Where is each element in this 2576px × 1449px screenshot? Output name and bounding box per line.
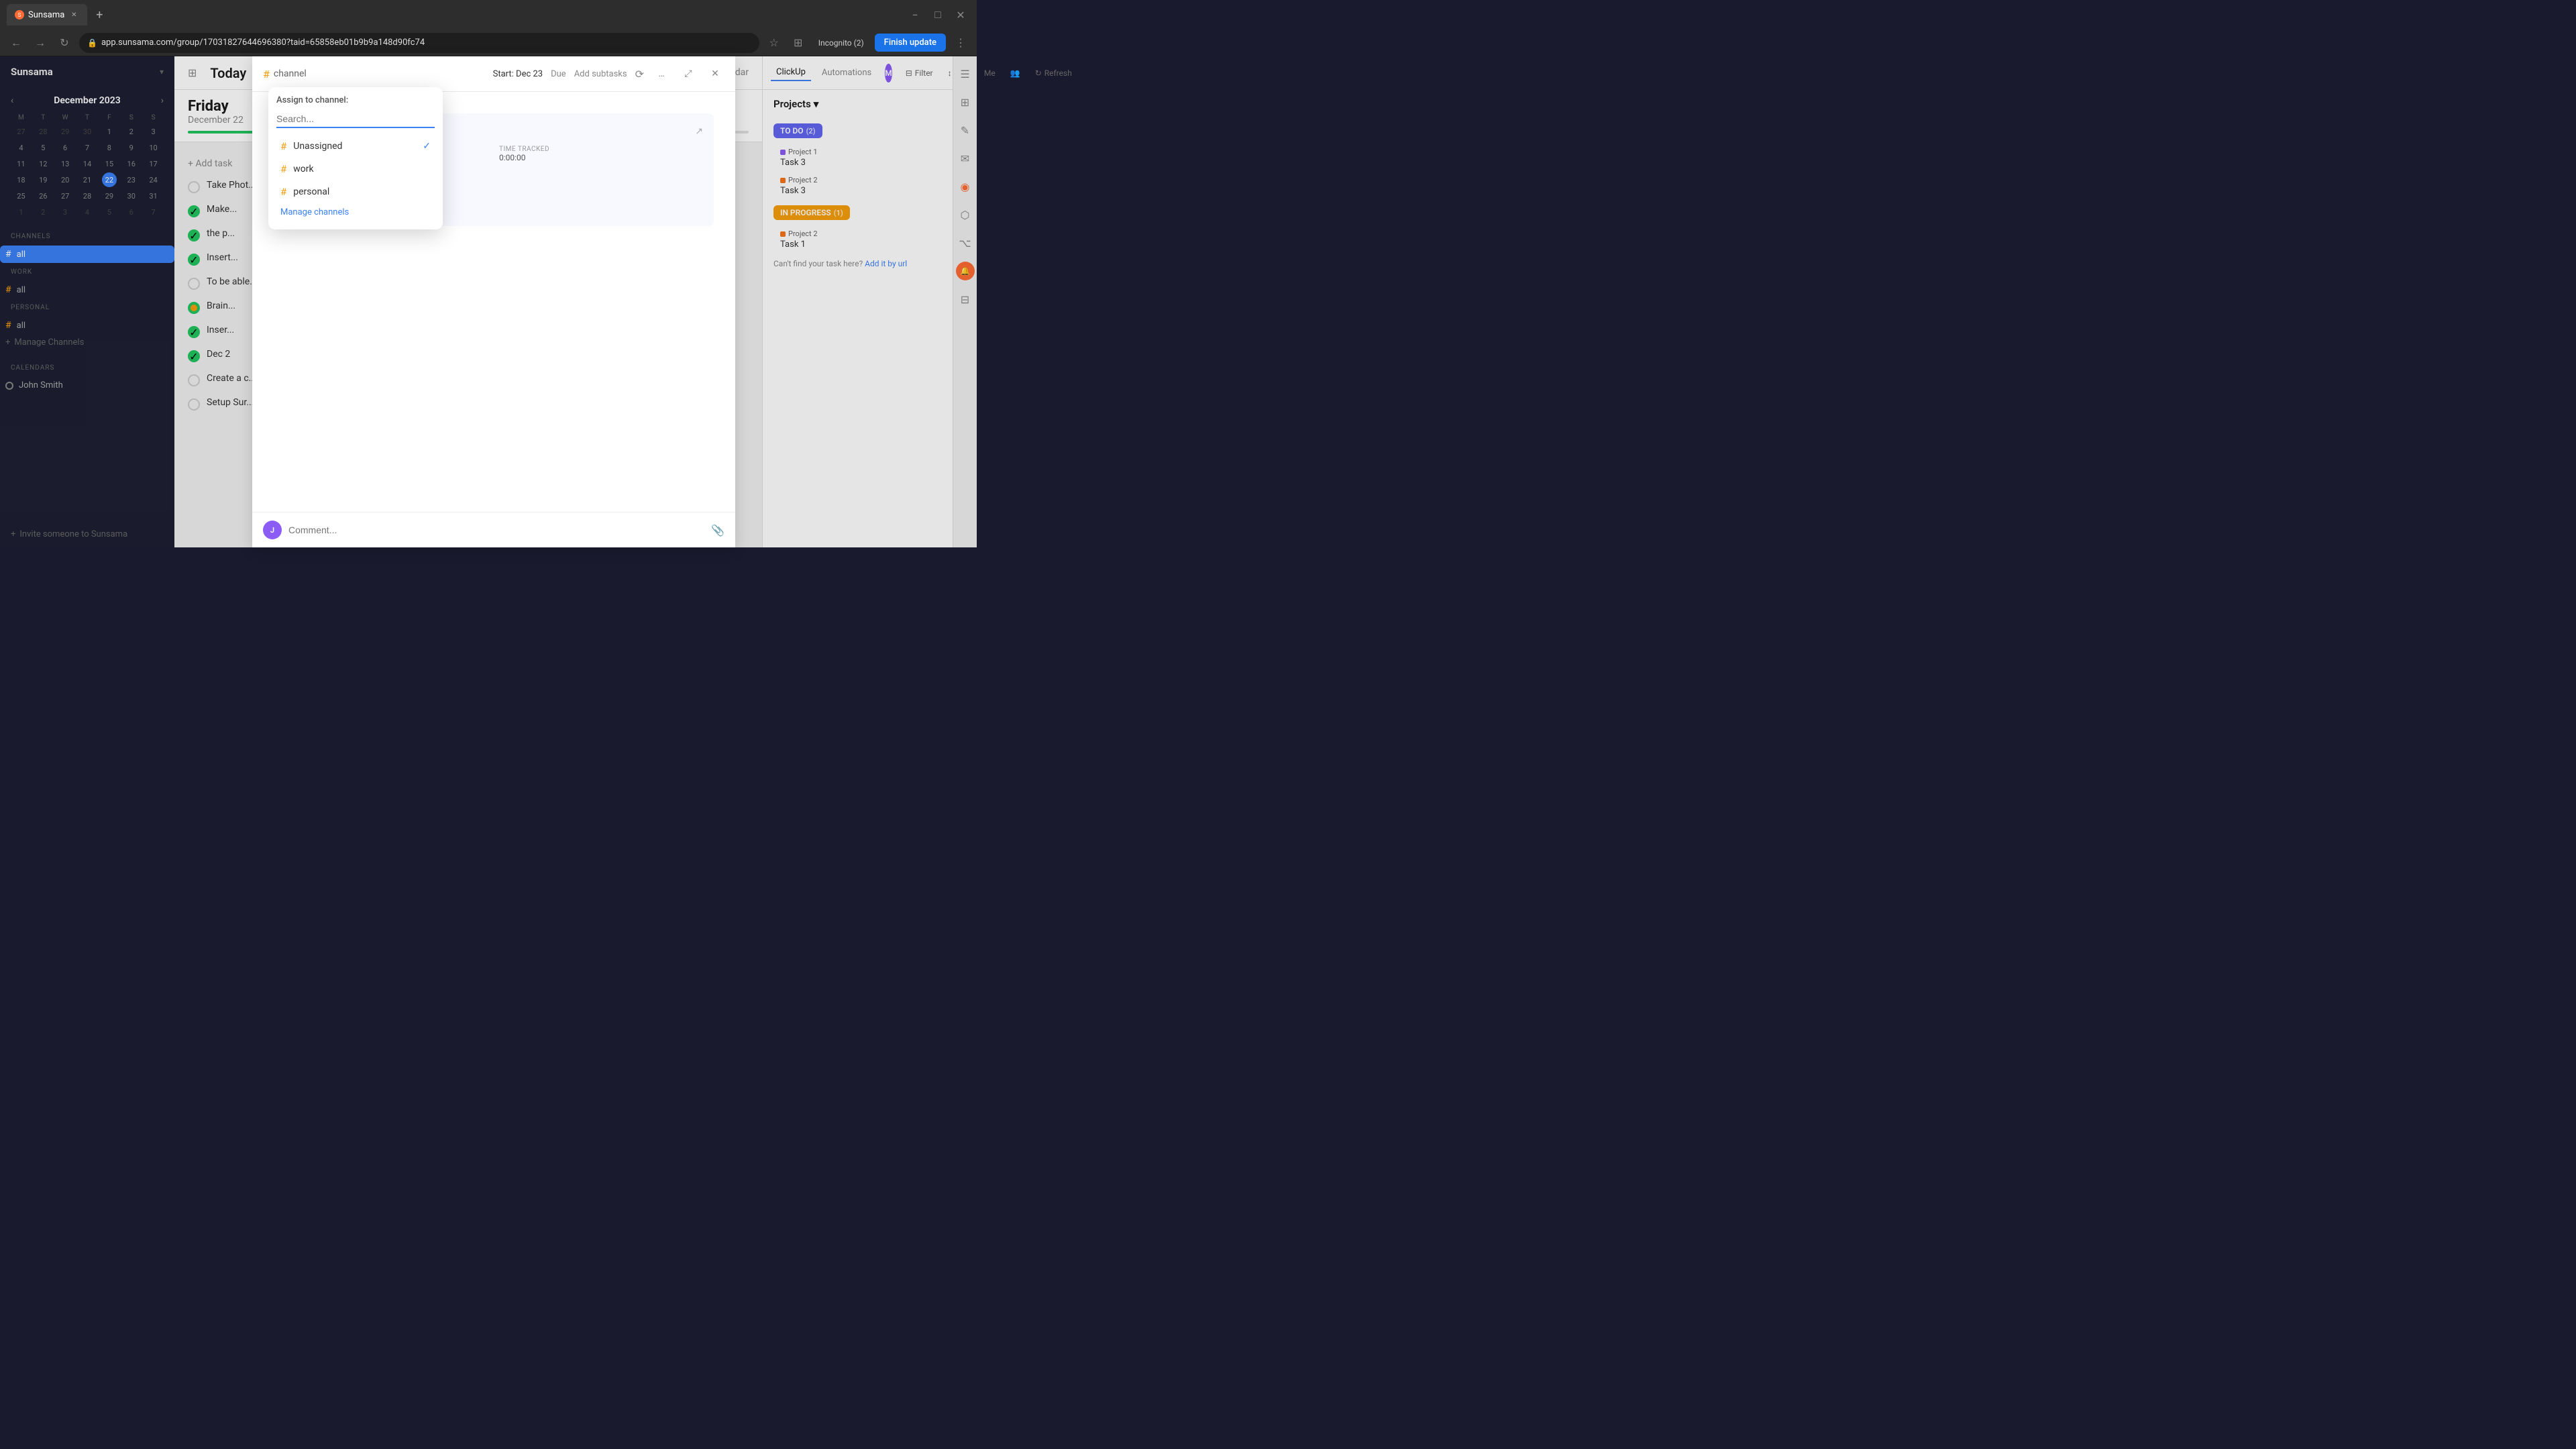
attach-button[interactable]: 📎 (711, 524, 724, 537)
bookmark-button[interactable]: ☆ (765, 34, 784, 52)
close-button[interactable]: ✕ (706, 64, 724, 83)
hash-icon: # (263, 68, 270, 80)
comment-input-row: J 📎 (263, 521, 724, 539)
hash-icon: # (280, 186, 286, 198)
add-subtasks[interactable]: Add subtasks (574, 69, 627, 79)
commenter-avatar: J (263, 521, 282, 539)
close-tab-button[interactable]: ✕ (68, 9, 79, 20)
comment-input[interactable] (288, 525, 704, 535)
lock-icon: 🔒 (87, 38, 97, 48)
window-close[interactable]: ✕ (951, 5, 970, 24)
people-icon: 👥 (1010, 68, 1020, 78)
window-maximize[interactable]: □ (928, 5, 947, 24)
hash-icon: # (280, 163, 286, 175)
finish-update-button[interactable]: Finish update (875, 34, 946, 52)
url-text: app.sunsama.com/group/17031827644696380?… (101, 38, 425, 48)
incognito-label: Incognito (2) (818, 38, 864, 48)
back-button[interactable]: ← (7, 34, 25, 52)
channel-option-label: Unassigned (293, 141, 342, 152)
expand-button[interactable]: ⤢ (679, 64, 698, 83)
comment-area: J 📎 (252, 512, 735, 547)
me-label: Me (984, 68, 996, 78)
manage-channels-link[interactable]: Manage channels (276, 203, 435, 221)
assign-channel-label: Assign to channel: (276, 95, 435, 105)
more-options-button[interactable]: … (652, 64, 671, 83)
tab-title: Sunsama (28, 10, 64, 20)
window-controls: − □ ✕ (906, 5, 970, 24)
incognito-indicator: Incognito (2) (813, 36, 869, 50)
refresh-button[interactable]: ↻ Refresh (1030, 66, 1077, 80)
tab-favicon: S (15, 10, 24, 19)
refresh-button[interactable]: ↻ (55, 34, 74, 52)
channel-option-work[interactable]: # work (276, 158, 435, 180)
open-external-button[interactable]: ↗ (695, 126, 703, 137)
channel-option-label: work (293, 164, 313, 174)
channel-option-label: personal (293, 186, 329, 197)
channel-option-unassigned[interactable]: # Unassigned ✓ (276, 135, 435, 158)
me-button[interactable]: Me (979, 66, 1001, 80)
due-date[interactable]: Due (551, 69, 566, 79)
refresh-icon: ↻ (1035, 68, 1042, 78)
refresh-label: Refresh (1044, 68, 1072, 78)
url-bar-row: ← → ↻ 🔒 app.sunsama.com/group/1703182764… (0, 30, 977, 56)
selected-checkmark-icon: ✓ (423, 141, 431, 152)
url-bar[interactable]: 🔒 app.sunsama.com/group/1703182764469638… (79, 33, 759, 53)
task-meta: Start: Dec 23 Due Add subtasks ⟳ … ⤢ ✕ (493, 64, 724, 83)
channel-tag[interactable]: # channel (263, 68, 307, 80)
channel-option-personal[interactable]: # personal (276, 180, 435, 203)
time-tracked-label-text: TIME TRACKED (499, 146, 703, 153)
channel-search-input[interactable] (276, 111, 435, 128)
people-button[interactable]: 👥 (1005, 66, 1026, 80)
window-minimize[interactable]: − (906, 5, 924, 24)
browser-menu-button[interactable]: ⋮ (951, 34, 970, 52)
start-date[interactable]: Start: Dec 23 (493, 69, 543, 79)
browser-chrome: S Sunsama ✕ + − □ ✕ (0, 0, 977, 30)
channel-label: channel (274, 68, 307, 79)
hash-icon: # (280, 140, 286, 152)
new-tab-button[interactable]: + (90, 5, 109, 24)
time-tracked-value: 0:00:00 (499, 153, 703, 162)
time-tracked-label: TIME TRACKED 0:00:00 (499, 146, 703, 162)
extensions-button[interactable]: ⊞ (789, 34, 808, 52)
browser-tabs: S Sunsama ✕ + (7, 0, 109, 30)
channel-dropdown: Assign to channel: # Unassigned ✓ # work… (268, 87, 443, 229)
sync-icon[interactable]: ⟳ (635, 68, 644, 80)
forward-button[interactable]: → (31, 34, 50, 52)
active-tab[interactable]: S Sunsama ✕ (7, 4, 87, 25)
